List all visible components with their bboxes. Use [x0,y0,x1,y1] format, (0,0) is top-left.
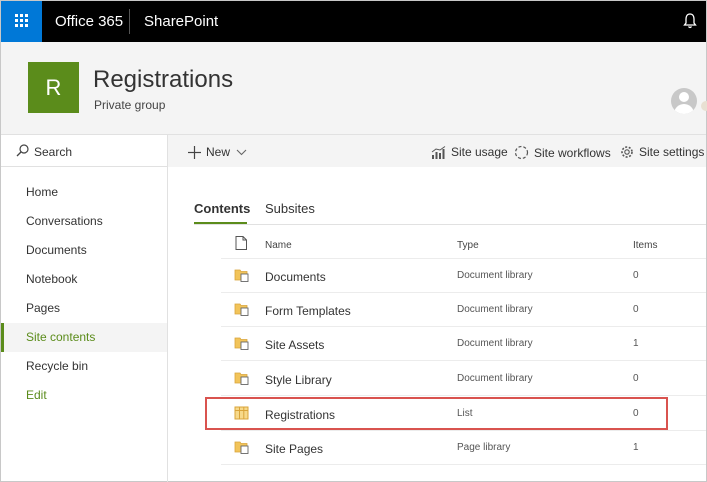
site-title[interactable]: Registrations [93,66,233,94]
table-row[interactable]: Style Library Document library 0 [221,362,706,396]
row-items: 0 [633,270,639,281]
table-row[interactable]: Site Assets Document library 1 [221,327,706,361]
highlight-box [205,397,668,430]
library-icon [234,441,249,454]
table-row[interactable]: Form Templates Document library 0 [221,293,706,327]
library-icon [234,303,249,316]
gear-icon [621,146,633,158]
user-avatar[interactable] [671,88,697,114]
row-items: 1 [633,442,639,453]
site-header: R Registrations Private group [1,42,707,134]
nav-item-home[interactable]: Home [1,178,167,207]
nav-item-conversations[interactable]: Conversations [1,207,167,236]
tab-subsites[interactable]: Subsites [265,201,315,216]
site-settings-label: Site settings [639,145,705,159]
app-launcher-icon[interactable] [1,1,42,42]
search-label: Search [34,145,73,159]
document-type-icon [235,236,247,250]
site-workflows-button[interactable]: Site workflows [514,145,611,160]
library-icon [234,269,249,282]
row-name[interactable]: Site Pages [265,442,323,456]
column-header-name[interactable]: Name [265,240,292,251]
chart-icon [431,145,446,159]
plus-icon [188,145,201,159]
table-row[interactable]: Documents Document library 0 [221,259,706,293]
left-navigation: Search Home Conversations Documents Note… [1,134,168,482]
row-name[interactable]: Style Library [265,373,332,387]
notification-bell-icon[interactable] [681,12,699,30]
suite-divider [129,9,130,34]
nav-item-site-contents[interactable]: Site contents [1,323,167,352]
tab-divider [194,224,706,225]
site-subtitle: Private group [94,98,166,112]
row-name[interactable]: Site Assets [265,338,324,352]
row-items: 0 [633,373,639,384]
column-header-items[interactable]: Items [633,240,657,251]
library-icon [234,337,249,350]
row-type: Page library [457,442,511,453]
nav-item-notebook[interactable]: Notebook [1,265,167,294]
library-icon [234,372,249,385]
workflow-icon [514,145,529,160]
search-box[interactable]: Search [1,134,167,167]
row-type: Document library [457,373,533,384]
new-label: New [206,145,231,159]
row-items: 0 [633,304,639,315]
row-name[interactable]: Form Templates [265,304,351,318]
tab-contents[interactable]: Contents [194,201,250,216]
nav-item-pages[interactable]: Pages [1,294,167,323]
nav-item-recycle-bin[interactable]: Recycle bin [1,352,167,381]
nav-edit-link[interactable]: Edit [1,381,167,410]
site-settings-button[interactable]: Site settings [620,145,704,159]
member-avatar-peek [701,101,707,111]
site-logo[interactable]: R [28,62,79,113]
chevron-down-icon [236,149,247,155]
nav-item-documents[interactable]: Documents [1,236,167,265]
row-type: Document library [457,304,533,315]
row-items: 1 [633,338,639,349]
row-type: Document library [457,338,533,349]
search-icon [16,144,29,157]
row-name[interactable]: Documents [265,270,326,284]
column-header-type[interactable]: Type [457,240,479,251]
row-type: Document library [457,270,533,281]
site-workflows-label: Site workflows [534,145,611,160]
site-usage-label: Site usage [451,145,508,159]
command-bar: New Site usage Site workflows Site setti… [168,134,706,167]
table-row[interactable]: Site Pages Page library 1 [221,431,706,465]
site-usage-button[interactable]: Site usage [431,145,508,159]
suite-bar: Office 365 SharePoint [1,1,706,42]
sharepoint-app-title[interactable]: SharePoint [144,13,218,30]
office365-brand[interactable]: Office 365 [55,13,123,30]
new-button[interactable]: New [188,145,252,159]
